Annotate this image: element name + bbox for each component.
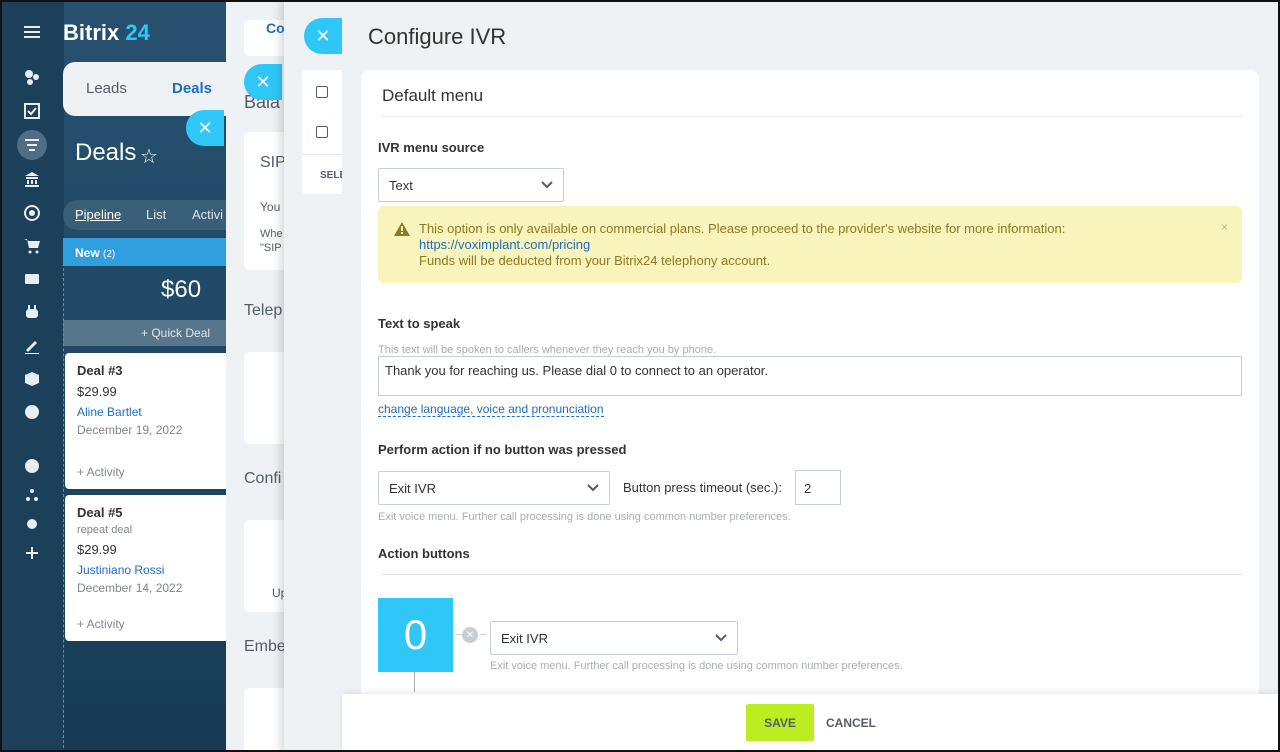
connector-dash (480, 634, 486, 635)
source-select[interactable]: Text (378, 168, 564, 202)
telephony-heading: Telep (244, 302, 283, 319)
key-action-hint: Exit voice menu. Further call processing… (490, 660, 903, 672)
target-icon[interactable] (22, 203, 42, 223)
cart-icon[interactable] (22, 236, 42, 256)
deal-card[interactable]: Deal #3 $29.99 Aline Bartlet December 19… (65, 353, 235, 489)
help-icon[interactable] (22, 456, 42, 476)
ivr-key-tile[interactable]: 0 (378, 598, 453, 672)
sip-text: You (260, 200, 281, 214)
action-buttons-label: Action buttons (378, 546, 470, 561)
deal-date: December 14, 2022 (77, 581, 183, 595)
source-label: IVR menu source (378, 140, 485, 155)
commercial-plan-warning: This option is only available on commerc… (378, 206, 1242, 283)
tab-config[interactable]: Co (266, 20, 285, 36)
signature-icon[interactable] (22, 336, 42, 356)
deal-contact[interactable]: Aline Bartlet (77, 405, 223, 419)
tab-deals[interactable]: Deals (172, 80, 212, 97)
tasks-icon[interactable] (22, 101, 42, 121)
warning-text-2: Funds will be deducted from your Bitrix2… (419, 253, 771, 268)
tab-leads[interactable]: Leads (86, 80, 127, 97)
add-activity-link[interactable]: + Activity (77, 465, 125, 479)
left-rail (0, 0, 64, 752)
key-action-value: Exit IVR (501, 631, 548, 646)
view-list[interactable]: List (146, 207, 166, 222)
bitrix-logo[interactable]: Bitrix 24 (63, 20, 150, 46)
warning-icon (394, 222, 410, 236)
key-action-select[interactable]: Exit IVR (490, 621, 738, 655)
slider-title: Configure IVR (368, 24, 507, 49)
source-value: Text (389, 178, 413, 193)
crm-tabs: Leads Deals (63, 62, 253, 116)
pricing-link[interactable]: https://voximplant.com/pricing (419, 237, 1065, 253)
chevron-down-icon (587, 481, 599, 493)
row-checkbox[interactable] (316, 126, 328, 138)
structure-icon[interactable] (22, 485, 42, 505)
box-icon[interactable] (22, 369, 42, 389)
voice-settings-link[interactable]: change language, voice and pronunciation (378, 402, 604, 417)
bank-icon[interactable] (22, 169, 42, 189)
sip-text-2: Whe (260, 228, 283, 240)
stage-name: New (75, 246, 100, 260)
config-heading: Confi (244, 470, 282, 487)
deal-price: $29.99 (77, 384, 117, 399)
no-action-value: Exit IVR (389, 481, 436, 496)
feed-icon[interactable] (22, 67, 42, 87)
tts-hint: This text will be spoken to callers when… (378, 344, 717, 356)
embed-heading: Embe (244, 638, 286, 655)
settings-gear-icon[interactable] (22, 514, 42, 534)
warning-text: This option is only available on commerc… (419, 221, 1066, 236)
view-pipeline[interactable]: Pipeline (75, 207, 121, 222)
deal-card[interactable]: Deal #5 repeat deal $29.99 Justiniano Ro… (65, 495, 235, 641)
deal-subtitle: repeat deal (77, 524, 133, 536)
view-activities[interactable]: Activi (192, 207, 223, 222)
close-slider-icon[interactable]: ✕ (304, 18, 342, 54)
divider (382, 574, 1242, 575)
configure-ivr-slider: Configure IVR Default menu IVR menu sour… (342, 0, 1280, 752)
deal-title[interactable]: Deal #3 (77, 363, 223, 378)
ivr-form-card: Default menu IVR menu source Text This o… (361, 70, 1259, 710)
tts-label: Text to speak (378, 316, 461, 331)
slider-footer: SAVE CANCEL (342, 694, 1280, 752)
chevron-down-icon (715, 631, 727, 643)
close-slider-icon[interactable]: ✕ (186, 110, 224, 146)
key-connector (414, 672, 415, 692)
deal-title[interactable]: Deal #5 (77, 505, 223, 520)
robot-icon[interactable] (22, 302, 42, 322)
section-title: Default menu (382, 86, 484, 105)
no-action-label: Perform action if no button was pressed (378, 442, 627, 457)
close-slider-icon[interactable]: ✕ (244, 64, 282, 100)
page-title: Deals (75, 139, 137, 166)
stage-count: (2) (103, 249, 116, 260)
add-activity-link[interactable]: + Activity (77, 617, 125, 631)
sip-text-3: "SIP (260, 242, 282, 254)
save-button[interactable]: SAVE (746, 704, 814, 741)
quick-deal-button[interactable]: + Quick Deal (63, 320, 243, 346)
add-icon[interactable] (22, 543, 42, 563)
divider (382, 116, 1242, 117)
menu-icon[interactable] (24, 26, 40, 38)
column-divider (63, 268, 64, 748)
favorite-star-icon[interactable]: ☆ (140, 144, 158, 169)
no-action-hint: Exit voice menu. Further call processing… (378, 511, 791, 523)
timeout-input[interactable]: 2 (795, 470, 841, 505)
more-chevron-icon[interactable] (22, 402, 42, 422)
stage-header[interactable]: New (2) (63, 238, 243, 266)
deal-date: December 19, 2022 (77, 423, 183, 437)
contact-card-icon[interactable] (22, 269, 42, 289)
deal-price: $29.99 (77, 542, 117, 557)
tts-textarea[interactable]: Thank you for reaching us. Please dial 0… (378, 356, 1242, 396)
deal-contact[interactable]: Justiniano Rossi (77, 563, 223, 577)
timeout-label: Button press timeout (sec.): (623, 480, 782, 495)
chevron-down-icon (541, 178, 553, 190)
view-switcher: Pipeline List Activi (63, 200, 243, 230)
no-action-select[interactable]: Exit IVR (378, 471, 610, 505)
sip-label: SIP (260, 154, 286, 171)
row-checkbox[interactable] (316, 86, 328, 98)
close-icon[interactable]: × (1221, 220, 1228, 234)
cancel-button[interactable]: CANCEL (826, 716, 876, 730)
remove-key-icon[interactable]: ✕ (462, 627, 478, 643)
crm-funnel-icon[interactable] (22, 135, 42, 155)
